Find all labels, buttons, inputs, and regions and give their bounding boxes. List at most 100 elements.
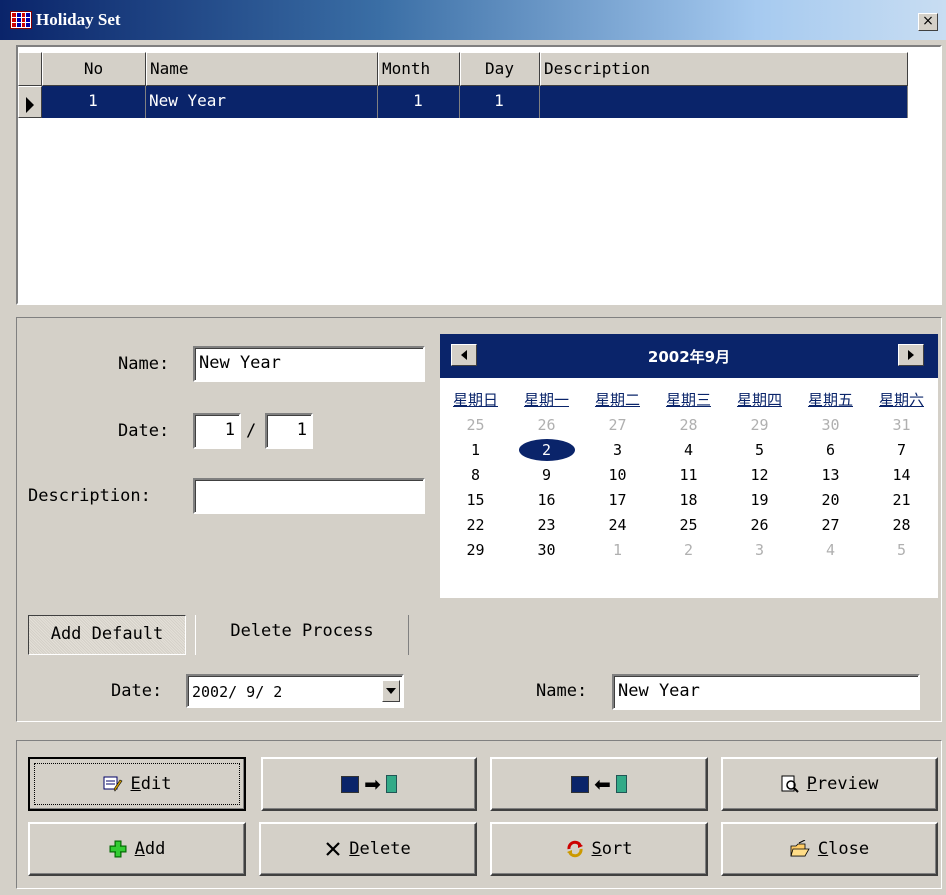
calendar-day[interactable]: 14 [866, 464, 937, 486]
table-row[interactable]: 1 New Year 1 1 [18, 86, 908, 118]
calendar-day[interactable]: 30 [795, 414, 866, 436]
month-field[interactable]: 1 [193, 413, 241, 449]
calendar-day[interactable]: 1 [582, 539, 653, 561]
calendar-day[interactable]: 4 [795, 539, 866, 561]
column-header-name[interactable]: Name [146, 52, 378, 86]
calendar-day[interactable]: 2 [653, 539, 724, 561]
edit-icon [103, 775, 123, 793]
calendar-day[interactable]: 2 [511, 439, 582, 461]
edit-button[interactable]: Edit [28, 757, 246, 811]
calendar-day[interactable]: 26 [724, 514, 795, 536]
column-header-month[interactable]: Month [378, 52, 460, 86]
x-icon [325, 841, 341, 857]
calendar-day[interactable]: 25 [653, 514, 724, 536]
calendar-day[interactable]: 31 [866, 414, 937, 436]
grid-corner [18, 52, 42, 86]
calendar-day[interactable]: 19 [724, 489, 795, 511]
calendar-day[interactable]: 24 [582, 514, 653, 536]
calendar-day[interactable]: 3 [582, 439, 653, 461]
calendar-day[interactable]: 17 [582, 489, 653, 511]
weekday-header[interactable]: 星期三 [653, 389, 724, 410]
calendar-day[interactable]: 27 [795, 514, 866, 536]
add-button[interactable]: Add [28, 822, 246, 876]
window-title: Holiday Set [36, 10, 121, 29]
calendar-day[interactable]: 16 [511, 489, 582, 511]
weekday-header[interactable]: 星期六 [866, 389, 937, 410]
cell-day[interactable]: 1 [460, 86, 540, 118]
date-label: Date: [118, 421, 170, 441]
delete-button-label: Delete [349, 839, 411, 859]
cell-no[interactable]: 1 [42, 86, 146, 118]
delete-button[interactable]: Delete [259, 822, 477, 876]
calendar-day[interactable]: 28 [653, 414, 724, 436]
calendar-day[interactable]: 6 [795, 439, 866, 461]
calendar-day[interactable]: 20 [795, 489, 866, 511]
name-field[interactable]: New Year [193, 346, 425, 382]
calendar-day[interactable]: 22 [440, 514, 511, 536]
calendar-day[interactable]: 29 [724, 414, 795, 436]
calendar-day[interactable]: 7 [866, 439, 937, 461]
calendar-day[interactable]: 26 [511, 414, 582, 436]
title-bar [0, 0, 946, 40]
chevron-down-icon [386, 688, 396, 694]
folder-icon [790, 840, 810, 858]
weekday-header[interactable]: 星期日 [440, 389, 511, 410]
date-separator: / [246, 421, 257, 441]
calendar-day[interactable]: 30 [511, 539, 582, 561]
calendar-day[interactable]: 5 [866, 539, 937, 561]
grid-header: No Name Month Day Description [18, 52, 908, 86]
calendar-day[interactable]: 9 [511, 464, 582, 486]
calendar-day[interactable]: 12 [724, 464, 795, 486]
calendar-day[interactable]: 10 [582, 464, 653, 486]
description-field[interactable] [193, 478, 425, 514]
day-field[interactable]: 1 [265, 413, 313, 449]
weekday-header[interactable]: 星期二 [582, 389, 653, 410]
calendar-next-button[interactable] [898, 344, 924, 366]
sort-button[interactable]: Sort [490, 822, 708, 876]
calendar-day[interactable]: 29 [440, 539, 511, 561]
download-from-phone-button[interactable]: ⬅ [490, 757, 708, 811]
weekday-header[interactable]: 星期四 [724, 389, 795, 410]
calendar-day[interactable]: 8 [440, 464, 511, 486]
sort-icon [566, 840, 584, 858]
calendar-title[interactable]: 2002年9月 [440, 346, 938, 367]
calendar-day[interactable]: 3 [724, 539, 795, 561]
add-button-label: Add [134, 839, 166, 859]
sort-button-label: Sort [591, 839, 633, 859]
calendar-day[interactable]: 21 [866, 489, 937, 511]
calendar-day[interactable]: 5 [724, 439, 795, 461]
calendar-day[interactable]: 4 [653, 439, 724, 461]
cell-month[interactable]: 1 [378, 86, 460, 118]
preview-button[interactable]: Preview [721, 757, 938, 811]
calendar-day[interactable]: 1 [440, 439, 511, 461]
name-label: Name: [118, 354, 170, 374]
close-button-label: Close [817, 839, 870, 859]
calendar-day[interactable]: 23 [511, 514, 582, 536]
add-default-tab[interactable]: Add Default [28, 615, 186, 655]
close-window-button[interactable]: × [918, 13, 938, 31]
delete-process-tab[interactable]: Delete Process [196, 612, 408, 652]
column-header-no[interactable]: No [42, 52, 146, 86]
close-button[interactable]: Close [721, 822, 938, 876]
date-combo[interactable]: 2002/ 9/ 2 [186, 674, 404, 708]
column-header-description[interactable]: Description [540, 52, 908, 86]
cell-name[interactable]: New Year [146, 86, 378, 118]
calendar-day[interactable]: 13 [795, 464, 866, 486]
date-combo-dropdown[interactable] [382, 680, 400, 702]
calendar-day[interactable]: 15 [440, 489, 511, 511]
calendar-day[interactable]: 11 [653, 464, 724, 486]
weekday-header[interactable]: 星期一 [511, 389, 582, 410]
calendar-day[interactable]: 18 [653, 489, 724, 511]
column-header-day[interactable]: Day [460, 52, 540, 86]
lower-name-field[interactable]: New Year [612, 674, 920, 710]
edit-button-label: Edit [130, 774, 172, 794]
description-label: Description: [28, 486, 151, 506]
weekday-header[interactable]: 星期五 [795, 389, 866, 410]
phone-to-pc-icon: ⬅ [570, 772, 628, 796]
cell-description[interactable] [540, 86, 908, 118]
calendar-day[interactable]: 28 [866, 514, 937, 536]
calendar-day[interactable]: 25 [440, 414, 511, 436]
upload-to-phone-button[interactable]: ➡ [261, 757, 477, 811]
arrow-right-icon [908, 350, 914, 360]
calendar-day[interactable]: 27 [582, 414, 653, 436]
